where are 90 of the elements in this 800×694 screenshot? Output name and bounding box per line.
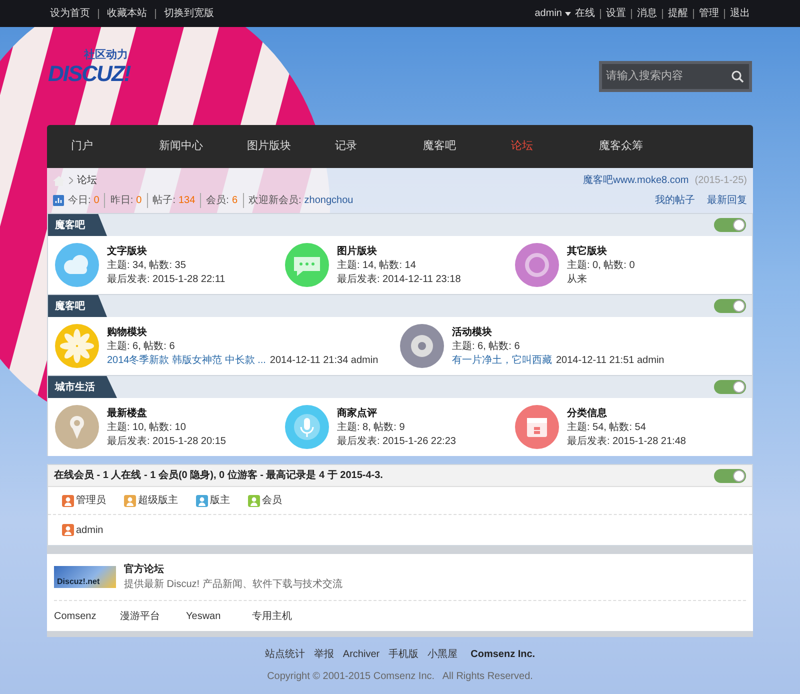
search-icon[interactable] <box>731 70 744 82</box>
online-title: 在线会员 - 1 人在线 - 1 会员(0 隐身), 0 位游客 - 最高记录是 4 于 2015-4-3. <box>54 468 383 483</box>
nav-tab[interactable]: 论坛 <box>511 138 599 155</box>
legend-label: 管理员 <box>76 494 106 508</box>
forum-name[interactable]: 文字版块 <box>107 244 226 258</box>
forum-name[interactable]: 商家点评 <box>337 406 456 420</box>
top-link[interactable]: 收藏本站 <box>98 8 147 18</box>
last-post: 最后发表: 2015-1-26 22:23 <box>337 434 456 448</box>
nav-tab[interactable]: 魔客众筹 <box>599 138 687 155</box>
official-forum-link[interactable]: 官方论坛 <box>124 562 342 577</box>
chevron-icon <box>69 177 73 184</box>
forum-name[interactable]: 分类信息 <box>567 406 686 420</box>
member-link[interactable]: zhongchou <box>304 193 354 208</box>
last-post: 从来 <box>567 272 587 286</box>
collapse-toggle[interactable] <box>714 218 746 232</box>
search-field[interactable]: 请输入搜索内容 <box>599 60 752 92</box>
forum-name[interactable]: 最新楼盘 <box>107 406 226 420</box>
legend-label: 版主 <box>210 494 230 508</box>
top-link[interactable]: 提醒 <box>662 8 688 18</box>
friend-link[interactable]: Comsenz <box>54 608 120 624</box>
last-post: 最后发表: 2015-1-28 21:48 <box>567 434 686 448</box>
forum-stats: 主题: 14, 帖数: 14 <box>337 258 417 272</box>
user-menu[interactable]: admin <box>534 6 571 21</box>
breadcrumb-current: 论坛 <box>77 174 97 188</box>
last-post-link[interactable]: 2014冬季新款 韩版女神范 中长款 ... <box>107 354 266 366</box>
footer-link[interactable]: 手机版 <box>388 647 419 662</box>
caret-icon <box>565 12 571 16</box>
friend-link[interactable]: 专用主机 <box>252 608 318 624</box>
friend-link[interactable]: 漫游平台 <box>120 608 186 624</box>
footer-link[interactable]: 小黑屋 <box>428 647 458 662</box>
forum-stats: 主题: 10, 帖数: 10 <box>107 420 187 434</box>
welcome-label: 欢迎新会员: <box>242 193 302 208</box>
last-post: 最后发表: 2015-1-28 22:11 <box>107 272 226 286</box>
collapse-toggle[interactable] <box>714 299 746 313</box>
stat-value: 0 <box>94 194 100 208</box>
category-title[interactable]: 城市生活 <box>48 376 117 398</box>
last-post: 最后发表: 2015-1-28 20:15 <box>107 434 226 448</box>
online-member[interactable]: admin <box>76 522 104 538</box>
chart-icon <box>53 195 64 206</box>
last-post: 2014-12-11 21:34 admin <box>270 354 378 366</box>
forum-stats: 主题: 8, 帖数: 9 <box>337 420 406 434</box>
top-link[interactable]: 管理 <box>693 8 719 18</box>
legend-label: 会员 <box>262 494 282 508</box>
top-link[interactable]: 消息 <box>631 8 657 18</box>
quick-link[interactable]: 我的帖子 <box>655 193 695 208</box>
top-link[interactable]: 退出 <box>724 8 750 18</box>
forum-stats: 主题: 0, 帖数: 0 <box>567 258 635 272</box>
collapse-toggle[interactable] <box>714 468 746 482</box>
forum-name[interactable]: 图片版块 <box>337 244 461 258</box>
top-link[interactable]: 在线 <box>575 8 595 18</box>
forum-stats: 主题: 54, 帖数: 54 <box>567 420 647 434</box>
legend-label: 超级版主 <box>138 494 178 508</box>
nav-tab[interactable]: 新闻中心 <box>159 138 247 155</box>
discuz-net-logo[interactable]: Discuz!.net <box>54 566 116 588</box>
stat-value: 0 <box>136 194 142 208</box>
last-post: 2014-12-11 21:51 admin <box>556 354 664 366</box>
last-post: 最后发表: 2014-12-11 23:18 <box>337 272 461 286</box>
stat-label: 昨日: <box>110 194 134 208</box>
forum-stats: 主题: 6, 帖数: 6 <box>452 340 521 352</box>
forum-name[interactable]: 购物模块 <box>107 326 378 338</box>
top-link[interactable]: 切换到宽版 <box>155 8 214 18</box>
forum-stats: 主题: 34, 帖数: 35 <box>107 258 187 272</box>
stat-label: 帖子: <box>152 194 176 208</box>
quick-link[interactable]: 最新回复 <box>707 193 747 208</box>
forum-name[interactable]: 活动模块 <box>452 326 664 338</box>
top-link[interactable]: 设为首页 <box>50 8 90 18</box>
footer-link[interactable]: Archiver <box>342 647 380 662</box>
forum-name[interactable]: 其它版块 <box>567 244 635 258</box>
last-post-link[interactable]: 有一片净土，它叫西藏 <box>452 354 552 366</box>
friend-link[interactable]: Yeswan <box>186 608 252 624</box>
nav-tab[interactable]: 图片版块 <box>247 138 335 155</box>
category-title[interactable]: 魔客吧 <box>48 214 107 236</box>
stat-label: 今日: <box>68 194 91 208</box>
stat-value: 6 <box>232 194 238 208</box>
site-date: (2015-1-25) <box>694 174 747 188</box>
nav-tab[interactable]: 魔客吧 <box>423 138 511 155</box>
top-link[interactable]: 设置 <box>600 8 626 18</box>
footer-link[interactable]: 站点统计 <box>264 647 305 662</box>
stat-value: 134 <box>178 194 196 208</box>
nav-tab[interactable]: 门户 <box>71 138 159 155</box>
stat-label: 会员: <box>206 194 229 208</box>
collapse-toggle[interactable] <box>714 380 746 394</box>
forum-stats: 主题: 6, 帖数: 6 <box>107 340 176 352</box>
footer-brand: Comsenz Inc. <box>470 648 536 662</box>
nav-tab[interactable]: 记录 <box>335 138 423 155</box>
official-forum-description: 提供最新 Discuz! 产品新闻、软件下载与技术交流 <box>124 578 342 592</box>
site-link[interactable]: 魔客吧www.moke8.com <box>583 173 689 188</box>
footer-link[interactable]: 举报 <box>314 647 334 662</box>
copyright: Copyright © 2001-2015 Comsenz Inc. All Rights Reserved. <box>267 670 533 684</box>
category-title[interactable]: 魔客吧 <box>48 295 107 317</box>
